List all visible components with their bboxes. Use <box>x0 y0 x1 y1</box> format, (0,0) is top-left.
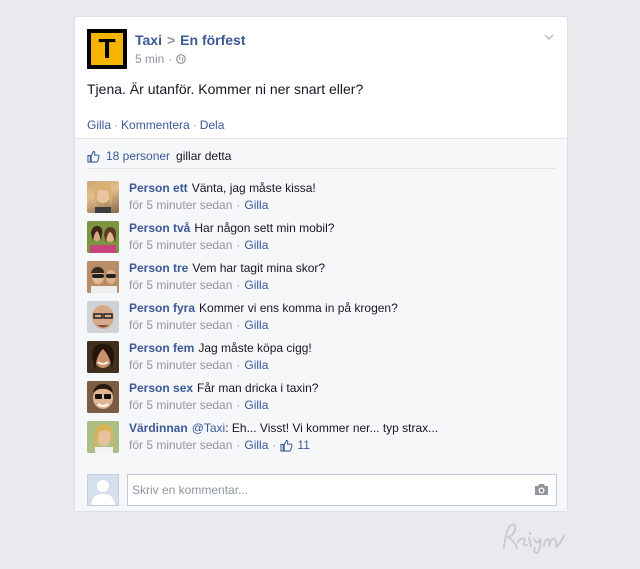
breadcrumb-separator: > <box>166 32 176 48</box>
post-time[interactable]: 5 min <box>135 52 164 66</box>
comment-meta: för 5 minuter sedan · Gilla <box>129 238 268 252</box>
meta-dot: · <box>236 198 241 212</box>
comment-link[interactable]: Kommentera <box>121 118 190 132</box>
thumbs-up-icon <box>87 150 100 163</box>
comment-meta: för 5 minuter sedan · Gilla <box>129 398 268 412</box>
meta-dot: · <box>272 438 277 452</box>
avatar[interactable] <box>87 421 119 453</box>
post-text: Tjena. Är utanför. Kommer ni ner snart e… <box>87 81 364 97</box>
comment-like-link[interactable]: Gilla <box>244 198 268 212</box>
comment-input[interactable] <box>127 474 557 506</box>
comment-author-link[interactable]: Person sex <box>129 381 193 395</box>
meta-dot: · <box>236 318 241 332</box>
comment-item: Person två Har någon sett min mobil? för … <box>87 219 557 253</box>
meta-dot: · <box>236 438 241 452</box>
comment-like-link[interactable]: Gilla <box>244 318 268 332</box>
like-link[interactable]: Gilla <box>87 118 111 132</box>
avatar <box>87 474 119 506</box>
avatar-letter: T <box>91 33 123 65</box>
meta-dot: · <box>236 238 241 252</box>
chevron-down-icon[interactable] <box>543 31 555 43</box>
page-name-link[interactable]: Taxi <box>135 32 162 48</box>
comment-body: Person två Har någon sett min mobil? <box>129 221 334 235</box>
event-name-link[interactable]: En förfest <box>180 32 245 48</box>
globe-icon[interactable] <box>176 54 187 64</box>
comment-meta: för 5 minuter sedan · Gilla <box>129 198 268 212</box>
comment-like-link[interactable]: Gilla <box>244 238 268 252</box>
comment-like-link[interactable]: Gilla <box>244 278 268 292</box>
meta-dot: · <box>236 278 241 292</box>
meta-dot: · <box>236 358 241 372</box>
comment-author-link[interactable]: Person fyra <box>129 301 195 315</box>
comment-body: Person fem Jag måste köpa cigg! <box>129 341 312 355</box>
mention-link[interactable]: @Taxi <box>192 421 226 435</box>
comments-section: 18 personer gillar detta Person ett Vänta… <box>75 139 567 511</box>
comment-time[interactable]: för 5 minuter sedan <box>129 398 232 412</box>
comment-like-link[interactable]: Gilla <box>244 398 268 412</box>
comment-body: Person fyra Kommer vi ens komma in på kro… <box>129 301 398 315</box>
comment-time[interactable]: för 5 minuter sedan <box>129 198 232 212</box>
comment-item: Person fem Jag måste köpa cigg! för 5 min… <box>87 339 557 373</box>
post-actions: Gilla · Kommentera · Dela <box>87 118 224 132</box>
comment-like-link[interactable]: Gilla <box>244 358 268 372</box>
comment-body: Värdinnan @Taxi: Eh... Visst! Vi kommer n… <box>129 421 438 435</box>
avatar[interactable] <box>87 301 119 333</box>
comment-body: Person ett Vänta, jag måste kissa! <box>129 181 316 195</box>
comment-meta: för 5 minuter sedan · Gilla <box>129 358 268 372</box>
avatar[interactable] <box>87 181 119 213</box>
comment-text: Vem har tagit mina skor? <box>192 261 326 275</box>
meta-dot: · <box>236 398 241 412</box>
signature-logo <box>503 523 565 554</box>
likes-count-link[interactable]: 18 personer <box>106 149 170 163</box>
action-dot: · <box>114 118 119 132</box>
comment-time[interactable]: för 5 minuter sedan <box>129 438 232 452</box>
thumbs-up-icon <box>280 439 293 452</box>
reply-composer <box>87 474 557 506</box>
action-dot: · <box>192 118 197 132</box>
comment-author-link[interactable]: Person fem <box>129 341 194 355</box>
comment-text: Kommer vi ens komma in på krogen? <box>199 301 398 315</box>
comment-time[interactable]: för 5 minuter sedan <box>129 358 232 372</box>
avatar[interactable] <box>87 221 119 253</box>
avatar[interactable] <box>87 341 119 373</box>
comment-text: : Eh... Visst! Vi kommer ner... typ stra… <box>225 421 439 435</box>
comment-time[interactable]: för 5 minuter sedan <box>129 318 232 332</box>
comment-item: Värdinnan @Taxi: Eh... Visst! Vi kommer n… <box>87 419 557 453</box>
likes-suffix: gillar detta <box>176 149 232 163</box>
comment-meta: för 5 minuter sedan · Gilla <box>129 278 268 292</box>
avatar[interactable] <box>87 261 119 293</box>
comment-like-link[interactable]: Gilla <box>244 438 268 452</box>
comment-item: Person ett Vänta, jag måste kissa! för 5 … <box>87 179 557 213</box>
comment-author-link[interactable]: Person ett <box>129 181 188 195</box>
comment-text: Har någon sett min mobil? <box>194 221 335 235</box>
comment-author-link[interactable]: Värdinnan <box>129 421 188 435</box>
divider <box>87 168 555 169</box>
comment-author-link[interactable]: Person tre <box>129 261 188 275</box>
comment-meta: för 5 minuter sedan · Gilla <box>129 318 268 332</box>
comment-time[interactable]: för 5 minuter sedan <box>129 278 232 292</box>
comment-text: Får man dricka i taxin? <box>197 381 319 395</box>
post-meta: 5 min · <box>135 52 187 66</box>
page-avatar[interactable]: T <box>87 29 127 69</box>
post-header-title: Taxi > En förfest <box>135 32 246 48</box>
comment-item: Person sex Får man dricka i taxin? för 5 … <box>87 379 557 413</box>
share-link[interactable]: Dela <box>200 118 225 132</box>
camera-icon[interactable] <box>534 483 549 496</box>
comment-item: Person fyra Kommer vi ens komma in på kro… <box>87 299 557 333</box>
comment-text: Jag måste köpa cigg! <box>198 341 312 355</box>
comment-text: Vänta, jag måste kissa! <box>191 181 316 195</box>
meta-dot: · <box>168 52 173 66</box>
likes-summary: 18 personer gillar detta <box>87 149 231 163</box>
comment-body: Person sex Får man dricka i taxin? <box>129 381 318 395</box>
comment-like-count[interactable]: 11 <box>297 438 309 452</box>
comment-author-link[interactable]: Person två <box>129 221 190 235</box>
comment-body: Person tre Vem har tagit mina skor? <box>129 261 325 275</box>
post-card: T Taxi > En förfest 5 min · Tjena. Är utan… <box>74 16 568 512</box>
comment-time[interactable]: för 5 minuter sedan <box>129 238 232 252</box>
avatar[interactable] <box>87 381 119 413</box>
comment-item: Person tre Vem har tagit mina skor? för 5… <box>87 259 557 293</box>
comment-meta: för 5 minuter sedan · Gilla · 11 <box>129 438 310 452</box>
